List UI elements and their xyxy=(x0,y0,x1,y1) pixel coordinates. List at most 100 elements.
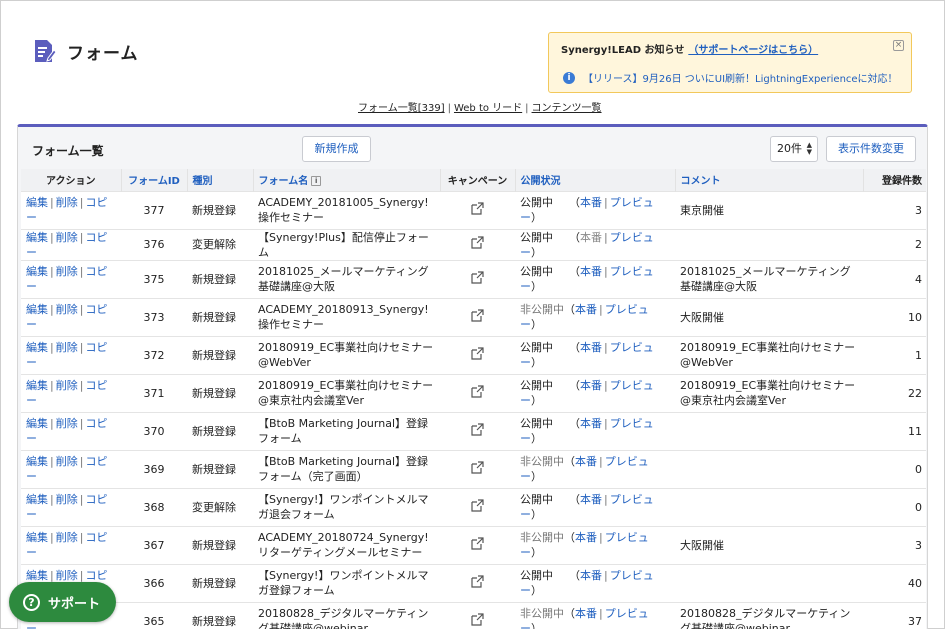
support-page-link[interactable]: （サポートページはこちら） xyxy=(688,41,818,56)
edit-link[interactable]: 編集 xyxy=(26,455,48,468)
table-row: 編集|削除|コピー365新規登録20180828_デジタルマーケティング基礎講座… xyxy=(21,601,926,629)
status-cell: 非公開中（本番 | プレビュー） xyxy=(515,297,675,336)
form-list-panel: フォーム一覧 新規作成 20件 ▲ ▼ 表示件数変更 アクション フォームID 種… xyxy=(17,124,928,629)
campaign-cell xyxy=(440,449,515,488)
count-cell: 40 xyxy=(863,563,926,602)
live-link[interactable]: 本番 xyxy=(575,531,597,544)
external-link-icon[interactable] xyxy=(471,346,484,360)
external-link-icon[interactable] xyxy=(471,308,484,322)
close-icon[interactable]: × xyxy=(893,40,904,51)
status-cell: 公開中 （本番 | プレビュー） xyxy=(515,373,675,412)
delete-link[interactable]: 削除 xyxy=(56,303,78,316)
delete-link[interactable]: 削除 xyxy=(56,531,78,544)
delete-link[interactable]: 削除 xyxy=(56,417,78,430)
status-label: 非公開中 xyxy=(520,303,564,316)
table-row: 編集 | 削除 | コピー 376 変更解除 【Synergy!Plus】配信停止フォーム 公開… xyxy=(21,228,926,260)
campaign-cell xyxy=(440,525,515,564)
notice-title: Synergy!LEAD お知らせ xyxy=(561,45,685,56)
edit-link[interactable]: 編集 xyxy=(26,531,48,544)
campaign-cell xyxy=(440,335,515,374)
live-link[interactable]: 本番 xyxy=(575,303,597,316)
count-cell: 0 xyxy=(863,487,926,526)
notice-message-link[interactable]: 【リリース】9月26日 ついにUI刷新！LightningExperienceに… xyxy=(583,70,898,85)
campaign-cell xyxy=(440,373,515,412)
external-link-icon[interactable] xyxy=(471,613,484,626)
support-button[interactable]: ? サポート xyxy=(9,582,116,622)
live-link[interactable]: 本番 xyxy=(580,196,602,209)
external-link-icon[interactable] xyxy=(471,536,484,550)
col-form-name[interactable]: フォーム名 i xyxy=(253,169,441,191)
info-icon[interactable]: i xyxy=(311,176,322,187)
form-list-link[interactable]: フォーム一覧[339] xyxy=(358,103,445,114)
notice-box: Synergy!LEAD お知らせ （サポートページはこちら） × i 【リリー… xyxy=(548,32,912,93)
comment-cell: 20180919_EC事業社向けセミナー@WebVer xyxy=(675,335,863,374)
col-form-id[interactable]: フォームID xyxy=(121,169,188,191)
delete-link[interactable]: 削除 xyxy=(56,455,78,468)
external-link-icon[interactable] xyxy=(471,422,484,436)
table-row: 編集|削除|コピー366新規登録【Synergy!】ワンポイントメルマガ登録フォ… xyxy=(21,563,926,602)
external-link-icon[interactable] xyxy=(471,460,484,474)
form-id-cell: 366 xyxy=(121,563,187,602)
delete-link[interactable]: 削除 xyxy=(56,265,78,278)
apply-page-size-button[interactable]: 表示件数変更 xyxy=(826,136,916,162)
row-actions: 編集|削除|コピー xyxy=(21,449,121,488)
delete-link[interactable]: 削除 xyxy=(56,196,78,209)
delete-link[interactable]: 削除 xyxy=(56,231,78,244)
edit-link[interactable]: 編集 xyxy=(26,341,48,354)
form-id-cell: 369 xyxy=(121,449,187,488)
external-link-icon[interactable] xyxy=(471,498,484,512)
delete-link[interactable]: 削除 xyxy=(56,569,78,582)
external-link-icon[interactable] xyxy=(471,574,484,588)
page-size-select[interactable]: 20件 ▲ ▼ xyxy=(770,136,818,162)
col-form-name-label: フォーム名 xyxy=(258,176,309,188)
edit-link[interactable]: 編集 xyxy=(26,417,48,430)
status-label: 公開中 xyxy=(520,569,553,582)
row-actions: 編集|削除|コピー xyxy=(21,373,121,412)
status-label: 公開中 xyxy=(520,417,553,430)
new-form-button[interactable]: 新規作成 xyxy=(302,136,371,162)
external-link-icon[interactable] xyxy=(471,384,484,398)
row-actions: 編集|削除|コピー xyxy=(21,411,121,450)
col-status[interactable]: 公開状況 xyxy=(515,169,676,191)
live-link[interactable]: 本番 xyxy=(580,265,602,278)
col-type[interactable]: 種別 xyxy=(187,169,254,191)
row-actions: 編集|削除|コピー xyxy=(21,525,121,564)
edit-link[interactable]: 編集 xyxy=(26,265,48,278)
edit-link[interactable]: 編集 xyxy=(26,493,48,506)
count-cell: 4 xyxy=(863,259,926,298)
external-link-icon[interactable] xyxy=(471,201,484,215)
status-cell: 公開中 （本番 | プレビュー） xyxy=(515,228,675,260)
form-id-cell: 373 xyxy=(121,297,187,336)
table-row: 編集 | 削除 | コピー 371 新規登録 20180919_EC事業社向けセミナー@東京社… xyxy=(21,373,926,412)
edit-link[interactable]: 編集 xyxy=(26,569,48,582)
support-label: サポート xyxy=(48,596,101,612)
form-name-cell: 【Synergy!Plus】配信停止フォーム xyxy=(253,228,440,260)
panel-title: フォーム一覧 xyxy=(32,144,104,158)
live-link[interactable]: 本番 xyxy=(575,607,597,620)
contents-list-link[interactable]: コンテンツ一覧 xyxy=(532,103,602,114)
table-header-row: アクション フォームID 種別 フォーム名 i キャンペーン 公開状況 コメント … xyxy=(21,169,926,191)
live-link[interactable]: 本番 xyxy=(580,341,602,354)
status-cell: 公開中 （本番 | プレビュー） xyxy=(515,335,675,374)
edit-link[interactable]: 編集 xyxy=(26,303,48,316)
web-to-lead-link[interactable]: Web to リード xyxy=(454,103,522,114)
external-link-icon[interactable] xyxy=(471,236,484,249)
delete-link[interactable]: 削除 xyxy=(56,493,78,506)
form-name-cell: 【Synergy!】ワンポイントメルマガ登録フォーム xyxy=(253,563,440,602)
live-link[interactable]: 本番 xyxy=(580,493,602,506)
external-link-icon[interactable] xyxy=(471,270,484,284)
col-comment[interactable]: コメント xyxy=(675,169,864,191)
live-link[interactable]: 本番 xyxy=(575,455,597,468)
live-link[interactable]: 本番 xyxy=(580,417,602,430)
live-link[interactable]: 本番 xyxy=(580,569,602,582)
edit-link[interactable]: 編集 xyxy=(26,379,48,392)
edit-link[interactable]: 編集 xyxy=(26,196,48,209)
campaign-cell xyxy=(440,259,515,298)
row-actions: 編集|削除|コピー xyxy=(21,297,121,336)
delete-link[interactable]: 削除 xyxy=(56,341,78,354)
count-cell: 0 xyxy=(863,449,926,488)
live-link[interactable]: 本番 xyxy=(580,379,602,392)
edit-link[interactable]: 編集 xyxy=(26,231,48,244)
delete-link[interactable]: 削除 xyxy=(56,379,78,392)
notice-message-row: i 【リリース】9月26日 ついにUI刷新！LightningExperienc… xyxy=(561,70,899,85)
